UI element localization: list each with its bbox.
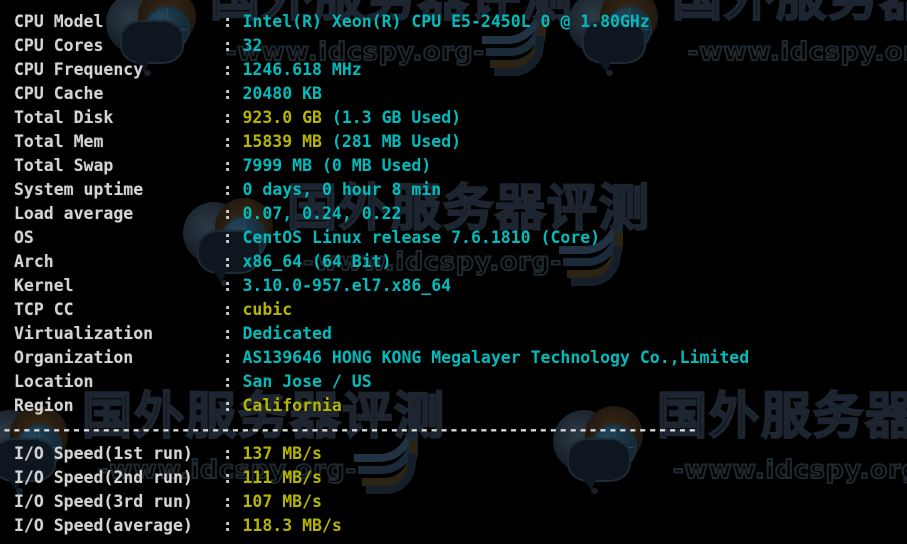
info-row-value: California (242, 396, 342, 415)
info-row-label: Kernel (14, 276, 223, 295)
info-row-label: I/O Speed(2nd run) (14, 468, 223, 487)
info-row-label: Virtualization (14, 324, 223, 343)
info-row-label: CPU Frequency (14, 60, 223, 79)
info-row-colon: : (222, 60, 243, 79)
info-row-value: 0.07, 0.24, 0.22 (242, 204, 402, 223)
info-row-label: Organization (14, 348, 223, 367)
info-row: Virtualization : Dedicated (0, 322, 907, 346)
info-row: Location : San Jose / US (0, 370, 907, 394)
terminal-window[interactable]: 国外服务器评测 -www.idcspy.org- 国外服务器评测 -www.id… (0, 0, 907, 544)
info-row: CPU Frequency : 1246.618 MHz (0, 58, 907, 82)
info-row-colon: : (222, 36, 243, 55)
info-row-label: Location (14, 372, 223, 391)
info-row-colon: : (222, 228, 243, 247)
info-row-value: x86_64 (64 Bit) (242, 252, 392, 271)
info-row-colon: : (222, 12, 243, 31)
info-row-colon: : (222, 372, 243, 391)
info-row-value: 0 days, 0 hour 8 min (242, 180, 442, 199)
info-row: Total Mem : 15839 MB (281 MB Used) (0, 130, 907, 154)
info-row-value: AS139646 HONG KONG Megalayer Technology … (242, 348, 750, 367)
info-row: TCP CC : cubic (0, 298, 907, 322)
info-row: CPU Cores : 32 (0, 34, 907, 58)
info-row-value: cubic (242, 300, 293, 319)
info-row-label: I/O Speed(1st run) (14, 444, 223, 463)
info-row: CPU Model : Intel(R) Xeon(R) CPU E5-2450… (0, 10, 907, 34)
info-row-label: Arch (14, 252, 223, 271)
info-row: Arch : x86_64 (64 Bit) (0, 250, 907, 274)
info-row-label: Total Disk (14, 108, 223, 127)
info-row-colon: : (222, 468, 243, 487)
info-row-label: OS (14, 228, 223, 247)
info-row: Kernel : 3.10.0-957.el7.x86_64 (0, 274, 907, 298)
info-row: Region : California (0, 394, 907, 418)
info-row: OS : CentOS Linux release 7.6.1810 (Core… (0, 226, 907, 250)
info-row-label: CPU Model (14, 12, 223, 31)
separator-dashes: ----------------------------------------… (2, 420, 698, 439)
info-row-value: 118.3 MB/s (242, 516, 342, 535)
info-row-value: 15839 MB (242, 132, 322, 151)
info-row-label: I/O Speed(average) (14, 516, 223, 535)
info-row-value: San Jose / US (242, 372, 372, 391)
info-row-colon: : (222, 180, 243, 199)
info-row-value: 111 MB/s (242, 468, 322, 487)
io-speed-block: I/O Speed(1st run) : 137 MB/s I/O Speed(2… (0, 442, 907, 538)
info-row: I/O Speed(2nd run) : 111 MB/s (0, 466, 907, 490)
info-row-colon: : (222, 132, 243, 151)
info-row-label: Total Mem (14, 132, 223, 151)
info-row: CPU Cache : 20480 KB (0, 82, 907, 106)
info-row-value: 923.0 GB (242, 108, 322, 127)
info-row-colon: : (222, 492, 243, 511)
info-row-colon: : (222, 348, 243, 367)
info-row-value: 137 MB/s (242, 444, 322, 463)
info-row-label: CPU Cache (14, 84, 223, 103)
info-row-colon: : (222, 84, 243, 103)
info-row: Load average : 0.07, 0.24, 0.22 (0, 202, 907, 226)
info-row: Organization : AS139646 HONG KONG Megala… (0, 346, 907, 370)
info-row: I/O Speed(1st run) : 137 MB/s (0, 442, 907, 466)
info-row-label: I/O Speed(3rd run) (14, 492, 223, 511)
info-row-label: CPU Cores (14, 36, 223, 55)
info-row-colon: : (222, 300, 243, 319)
info-row-value: 3.10.0-957.el7.x86_64 (242, 276, 452, 295)
info-row-value: CentOS Linux release 7.6.1810 (Core) (242, 228, 601, 247)
info-row-value: 7999 MB (0 MB Used) (242, 156, 432, 175)
info-row: Total Disk : 923.0 GB (1.3 GB Used) (0, 106, 907, 130)
info-row-value: 20480 KB (242, 84, 322, 103)
info-row-value: Dedicated (242, 324, 332, 343)
info-row-label: System uptime (14, 180, 223, 199)
info-row-value: 107 MB/s (242, 492, 322, 511)
info-row-colon: : (222, 204, 243, 223)
info-row-colon: : (222, 516, 243, 535)
info-row-value-secondary: (281 MB Used) (321, 132, 462, 151)
info-row-label: Region (14, 396, 223, 415)
info-row: Total Swap : 7999 MB (0 MB Used) (0, 154, 907, 178)
info-row-colon: : (222, 156, 243, 175)
info-row-value: 1246.618 MHz (242, 60, 362, 79)
info-row-label: Total Swap (14, 156, 223, 175)
info-row: I/O Speed(average) : 118.3 MB/s (0, 514, 907, 538)
system-info-block: CPU Model : Intel(R) Xeon(R) CPU E5-2450… (0, 10, 907, 418)
info-row: I/O Speed(3rd run) : 107 MB/s (0, 490, 907, 514)
info-row-colon: : (222, 444, 243, 463)
info-row: System uptime : 0 days, 0 hour 8 min (0, 178, 907, 202)
info-row-value: 32 (242, 36, 263, 55)
info-row-value: Intel(R) Xeon(R) CPU E5-2450L 0 @ 1.80GH… (242, 12, 650, 31)
info-row-colon: : (222, 276, 243, 295)
info-row-colon: : (222, 396, 243, 415)
info-row-colon: : (222, 108, 243, 127)
info-row-label: Load average (14, 204, 223, 223)
terminal-output: CPU Model : Intel(R) Xeon(R) CPU E5-2450… (0, 0, 907, 544)
info-row-colon: : (222, 324, 243, 343)
separator-row: ----------------------------------------… (0, 418, 907, 442)
info-row-value-secondary: (1.3 GB Used) (321, 108, 462, 127)
info-row-colon: : (222, 252, 243, 271)
info-row-label: TCP CC (14, 300, 223, 319)
